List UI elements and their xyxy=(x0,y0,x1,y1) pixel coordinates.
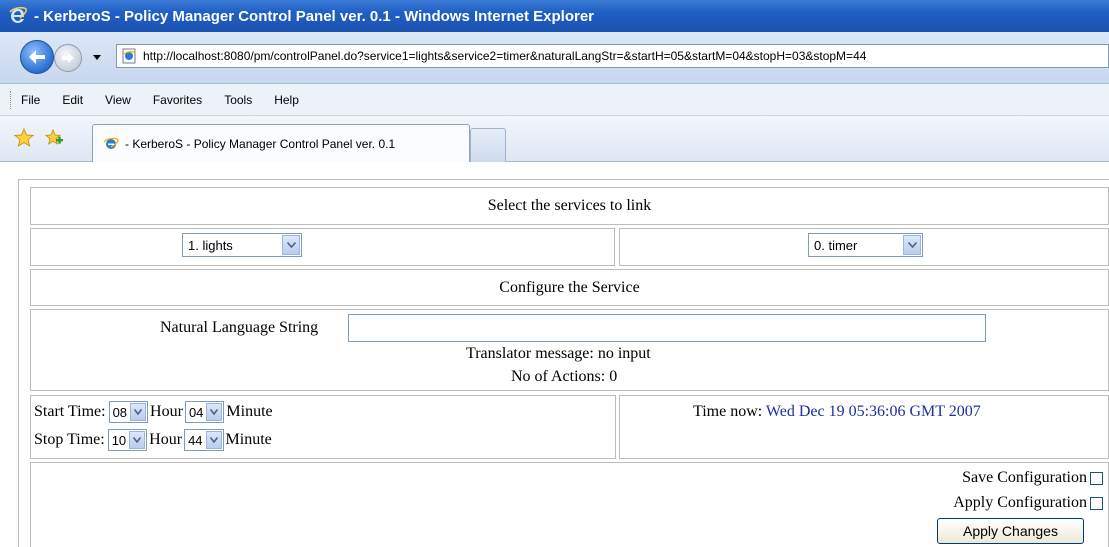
chevron-down-icon xyxy=(129,431,146,449)
ie-logo-icon xyxy=(9,7,27,23)
menu-help[interactable]: Help xyxy=(274,93,299,107)
toolbar-grip xyxy=(10,90,13,109)
recent-pages-chevron-icon[interactable] xyxy=(92,52,102,62)
menu-bar: File Edit View Favorites Tools Help xyxy=(0,84,1109,116)
apply-configuration-checkbox[interactable] xyxy=(1090,496,1103,510)
configure-service-heading: Configure the Service xyxy=(499,278,640,296)
menu-favorites[interactable]: Favorites xyxy=(153,93,202,107)
apply-configuration-row: Apply Configuration xyxy=(953,494,1103,512)
start-time-label: Start Time: xyxy=(34,403,106,420)
menu-edit[interactable]: Edit xyxy=(62,93,83,107)
service1-select[interactable]: 1. lights xyxy=(182,233,302,257)
tabs-bar: - KerberoS - Policy Manager Control Pane… xyxy=(0,116,1109,162)
natural-language-input[interactable] xyxy=(348,314,986,342)
menu-view[interactable]: View xyxy=(105,93,131,107)
tab-control-panel[interactable]: - KerberoS - Policy Manager Control Pane… xyxy=(92,124,470,162)
address-url: http://localhost:8080/pm/controlPanel.do… xyxy=(143,49,867,63)
stop-hour-value: 10 xyxy=(111,432,127,448)
add-favorites-icon[interactable] xyxy=(44,128,64,148)
window-title-bar: - KerberoS - Policy Manager Control Pane… xyxy=(0,0,1109,32)
translator-message: Translator message: no input xyxy=(466,345,651,362)
service2-value: 0. timer xyxy=(814,237,858,253)
save-configuration-checkbox[interactable] xyxy=(1090,471,1103,485)
stop-minute-value: 44 xyxy=(188,432,203,448)
new-tab-button[interactable] xyxy=(470,128,506,162)
tab-label: - KerberoS - Policy Manager Control Pane… xyxy=(125,136,396,151)
select-services-cell: Select the services to link xyxy=(30,187,1109,225)
start-minute-value: 04 xyxy=(188,404,204,420)
start-hour-value: 08 xyxy=(112,404,128,420)
chevron-down-icon xyxy=(205,431,222,449)
save-configuration-row: Save Configuration xyxy=(962,469,1103,487)
menu-file[interactable]: File xyxy=(21,93,40,107)
time-now-value: Wed Dec 19 05:36:06 GMT 2007 xyxy=(765,403,981,420)
actions-count: No of Actions: 0 xyxy=(511,368,618,385)
stop-minute-unit: Minute xyxy=(225,431,272,448)
page-content: Select the services to link 1. lights 0.… xyxy=(0,163,1109,547)
chevron-down-icon xyxy=(903,235,921,255)
chevron-down-icon xyxy=(282,235,300,255)
tab-ie-icon xyxy=(103,137,119,149)
configure-service-cell: Configure the Service xyxy=(30,269,1109,306)
back-button[interactable] xyxy=(20,40,54,74)
start-minute-unit: Minute xyxy=(226,403,273,420)
stop-hour-unit: Hour xyxy=(149,431,183,448)
stop-minute-select[interactable]: 44 xyxy=(184,429,224,451)
chevron-down-icon xyxy=(206,403,223,421)
service1-cell xyxy=(30,228,615,266)
stop-time-row: Stop Time: 10 Hour 44 Minute xyxy=(34,429,274,451)
back-arrow-icon xyxy=(29,50,45,64)
stop-hour-select[interactable]: 10 xyxy=(107,429,148,451)
service1-value: 1. lights xyxy=(188,237,233,253)
start-hour-unit: Hour xyxy=(150,403,183,420)
window-title: - KerberoS - Policy Manager Control Pane… xyxy=(34,7,594,25)
start-hour-select[interactable]: 08 xyxy=(108,401,149,423)
forward-arrow-icon xyxy=(62,53,74,63)
favorites-star-icon[interactable] xyxy=(14,128,34,148)
time-now-label: Time now: xyxy=(693,403,763,420)
select-services-heading: Select the services to link xyxy=(487,197,652,214)
service2-select[interactable]: 0. timer xyxy=(808,233,923,257)
time-now: Time now: Wed Dec 19 05:36:06 GMT 2007 xyxy=(693,403,981,421)
start-time-row: Start Time: 08 Hour 04 Minute xyxy=(34,401,275,423)
save-configuration-label: Save Configuration xyxy=(962,469,1087,486)
natural-language-label: Natural Language String xyxy=(160,319,319,336)
chevron-down-icon xyxy=(130,403,147,421)
forward-button[interactable] xyxy=(54,44,82,72)
navigation-toolbar: http://localhost:8080/pm/controlPanel.do… xyxy=(0,32,1109,84)
start-minute-select[interactable]: 04 xyxy=(184,401,225,423)
apply-configuration-label: Apply Configuration xyxy=(953,494,1087,511)
stop-time-label: Stop Time: xyxy=(34,431,105,448)
ie-page-icon xyxy=(122,48,136,64)
apply-changes-button[interactable]: Apply Changes xyxy=(937,518,1084,544)
address-bar[interactable]: http://localhost:8080/pm/controlPanel.do… xyxy=(116,44,1109,68)
menu-tools[interactable]: Tools xyxy=(224,93,252,107)
